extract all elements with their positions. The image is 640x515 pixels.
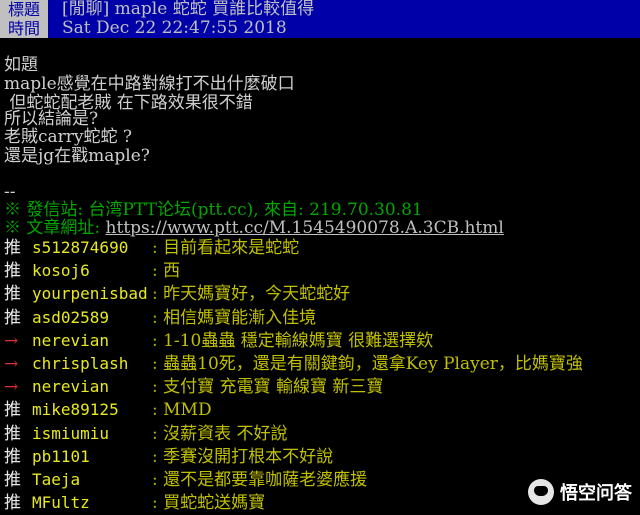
push-colon: : [152,423,164,444]
push-tag: 推 [4,470,21,490]
push-text: 買蛇蛇送媽寶 [163,493,266,514]
push-user: s512874690 [32,238,129,257]
push-user: nerevian [32,377,110,397]
push-user: chrisplash [32,354,129,373]
time-value: Sat Dec 22 22:47:55 2018 [62,18,287,38]
push-row: 推 mike89125: MMD [4,398,212,421]
arrow-tag: → [4,377,19,398]
push-user: yourpenisbad [32,284,148,304]
push-user: kosoj6 [32,261,90,281]
push-text: 相信媽寶能漸入佳境 [163,307,317,328]
push-tag: 推 [4,261,21,282]
body-line: 老賊carry蛇蛇 ? [4,127,133,147]
arrow-tag: → [4,354,19,374]
push-colon: : [152,261,164,282]
push-row: 推 Taeja: 還不是都要靠咖薩老婆應援 [4,468,367,491]
push-tag: 推 [4,307,21,328]
push-tag: 推 [4,284,21,305]
push-text: 西 [163,261,181,282]
push-text: 支付寶 充電寶 輸線寶 新三寶 [163,377,384,398]
push-text: 1-10蟲蟲 穩定輸線媽寶 很難選擇欸 [163,330,434,351]
header-time-row: 時間 Sat Dec 22 22:47:55 2018 [0,19,640,38]
url-prefix: ※ 文章網址: [4,218,106,238]
push-colon: : [152,377,164,398]
time-label: 時間 [0,19,48,38]
body-line: maple感覺在中路對線打不出什麼破口 [4,74,295,94]
push-tag: 推 [4,238,21,258]
push-user: MFultz [32,493,90,513]
push-row: 推 s512874690: 目前看起來是蛇蛇 [4,236,299,259]
push-tag: 推 [4,493,21,514]
push-row: 推 yourpenisbad: 昨天媽寶好，今天蛇蛇好 [4,282,350,305]
push-user: ismiumiu [32,423,110,443]
push-tag: 推 [4,446,21,467]
arrow-tag: → [4,330,19,351]
push-row: → nerevian: 1-10蟲蟲 穩定輸線媽寶 很難選擇欸 [4,329,433,352]
push-tag: 推 [4,400,21,421]
push-user: asd02589 [32,307,110,327]
push-tag: 推 [4,423,21,444]
push-text: 昨天媽寶好，今天蛇蛇好 [163,284,351,305]
watermark: 悟空问答 [528,479,632,505]
wukong-logo-icon [528,479,554,505]
watermark-text: 悟空问答 [560,483,632,504]
push-colon: : [152,307,164,328]
push-row: 推 asd02589: 相信媽寶能漸入佳境 [4,306,316,329]
body-line: 還是jg在戳maple? [4,146,150,166]
push-row: 推 ismiumiu: 沒薪資表 不好說 [4,422,288,445]
push-text: MMD [163,400,212,421]
push-colon: : [152,470,164,490]
push-row: 推 kosoj6: 西 [4,259,180,282]
title-label: 標題 [0,0,48,19]
body-line: 如題 [4,55,38,75]
push-text: 蟲蟲10死，還是有關鍵鉤，還拿Key Player，比媽寶強 [163,354,583,374]
push-user: nerevian [32,330,110,350]
push-colon: : [152,330,164,351]
push-text: 沒薪資表 不好說 [163,423,288,444]
push-colon: : [152,446,164,467]
push-colon: : [152,493,164,514]
push-row: 推 MFultz: 買蛇蛇送媽寶 [4,491,265,514]
push-row: → chrisplash: 蟲蟲10死，還是有關鍵鉤，還拿Key Player，比… [4,352,583,375]
push-text: 目前看起來是蛇蛇 [163,238,300,258]
push-user: pb1101 [32,446,90,466]
push-text: 還不是都要靠咖薩老婆應援 [163,470,368,490]
push-text: 季賽沒開打根本不好說 [163,446,334,467]
article-url-link[interactable]: https://www.ptt.cc/M.1545490078.A.3CB.ht… [106,218,504,238]
header-title-row: 標題 [閒聊] maple 蛇蛇 買誰比較值得 [0,0,640,19]
push-colon: : [152,284,164,305]
push-colon: : [152,354,164,374]
push-colon: : [152,238,164,258]
push-row: 推 pb1101: 季賽沒開打根本不好說 [4,445,333,468]
push-user: Taeja [32,470,81,489]
push-colon: : [152,400,164,421]
push-row: → nerevian: 支付寶 充電寶 輸線寶 新三寶 [4,375,383,398]
title-value: [閒聊] maple 蛇蛇 買誰比較值得 [62,0,315,19]
push-user: mike89125 [32,400,119,420]
